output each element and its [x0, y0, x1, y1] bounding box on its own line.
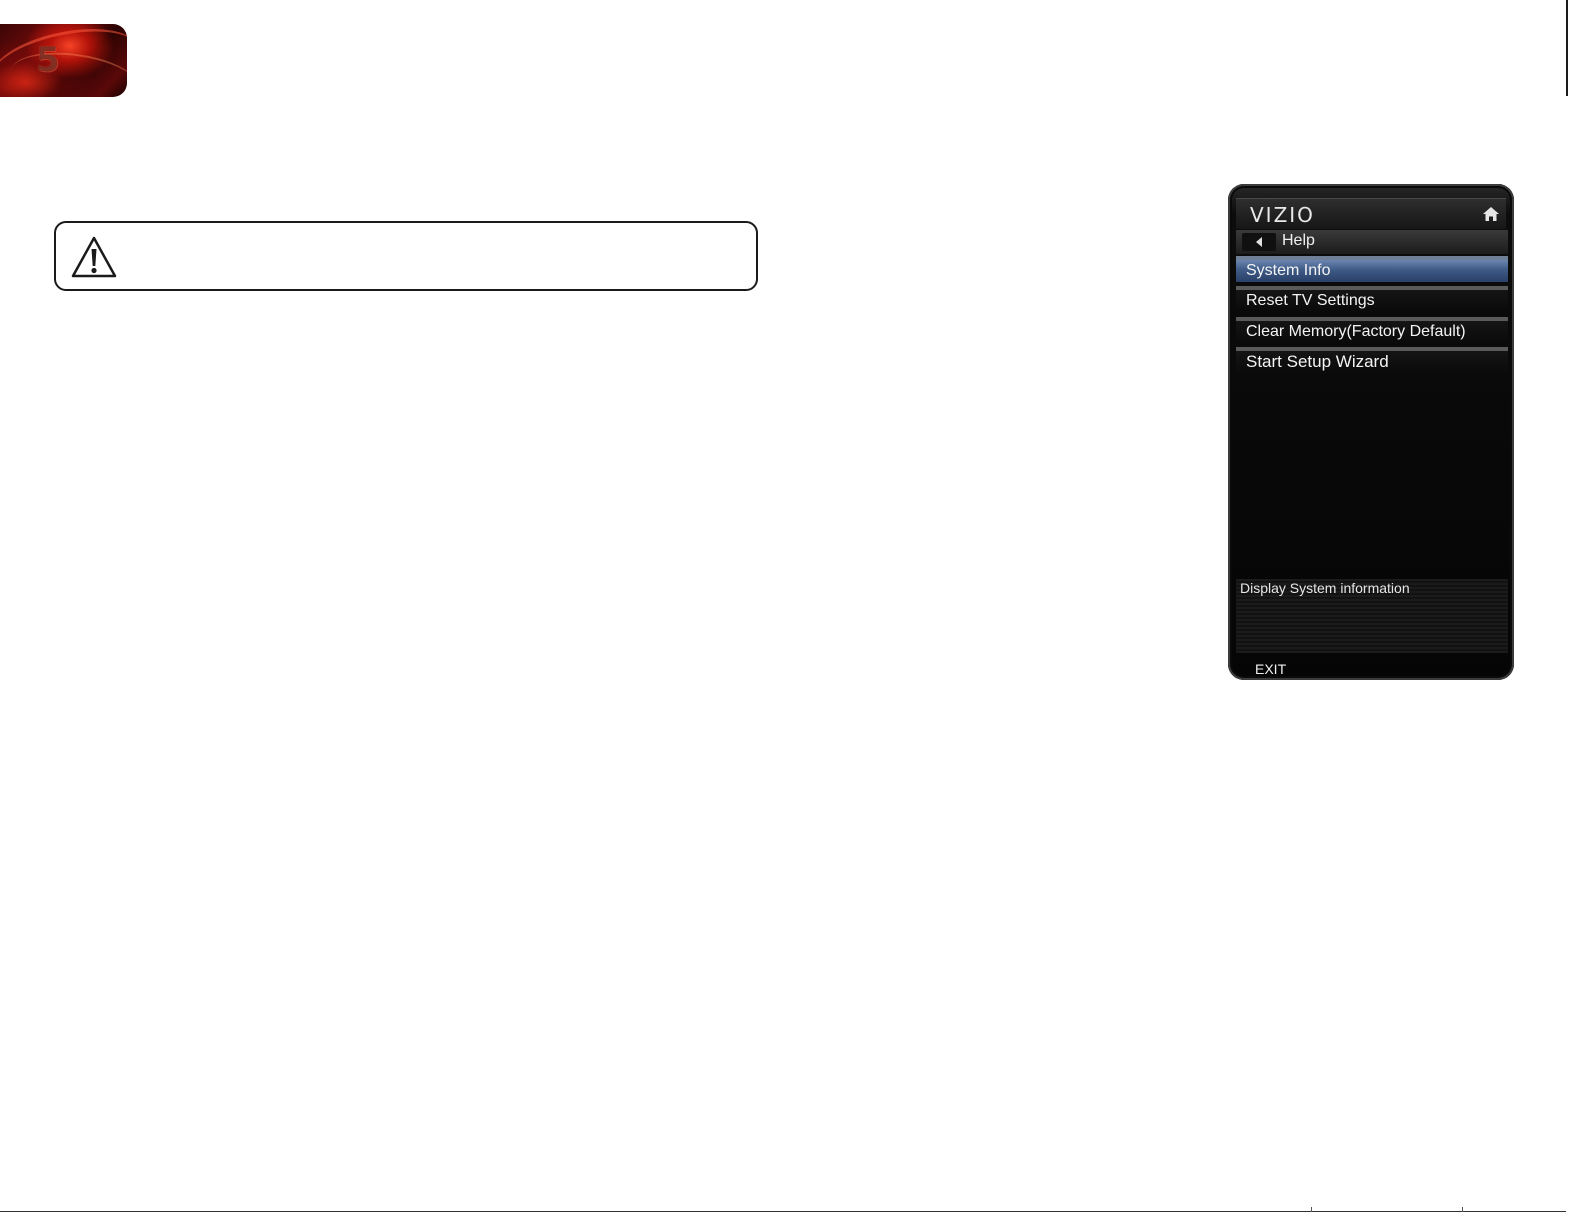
tv-menu-breadcrumb[interactable]: Help: [1236, 230, 1508, 254]
footer-rule: [0, 1211, 1566, 1212]
menu-item-system-info[interactable]: System Info: [1236, 256, 1508, 282]
tv-menu-screenshot: VIZIO Help System Info Reset TV Settings…: [1228, 184, 1514, 680]
exit-button[interactable]: EXIT: [1255, 661, 1286, 677]
footer-tick-right: [1462, 1207, 1463, 1212]
chapter-tab: 5: [0, 24, 127, 97]
manual-page: 5 VIZIO Help System Info Reset TV Settin…: [0, 0, 1585, 1225]
footer-tick-left: [1311, 1207, 1312, 1212]
back-arrow-icon: [1256, 237, 1262, 247]
menu-item-start-setup-wizard[interactable]: Start Setup Wizard: [1236, 347, 1508, 373]
chapter-number: 5: [36, 40, 60, 80]
menu-item-reset-tv-settings[interactable]: Reset TV Settings: [1236, 286, 1508, 312]
vizio-logo: VIZIO: [1250, 203, 1315, 227]
caution-note-box: [54, 221, 758, 291]
warning-triangle-icon: [71, 236, 117, 278]
menu-description-text: Display System information: [1240, 580, 1410, 596]
menu-item-clear-memory[interactable]: Clear Memory(Factory Default): [1236, 317, 1508, 343]
page-edge-marker: [1566, 0, 1568, 96]
menu-description-panel: Display System information: [1236, 579, 1508, 653]
menu-title: Help: [1282, 232, 1315, 249]
back-button[interactable]: [1242, 233, 1276, 251]
home-icon[interactable]: [1482, 206, 1500, 222]
tv-menu-header: VIZIO: [1236, 198, 1506, 229]
